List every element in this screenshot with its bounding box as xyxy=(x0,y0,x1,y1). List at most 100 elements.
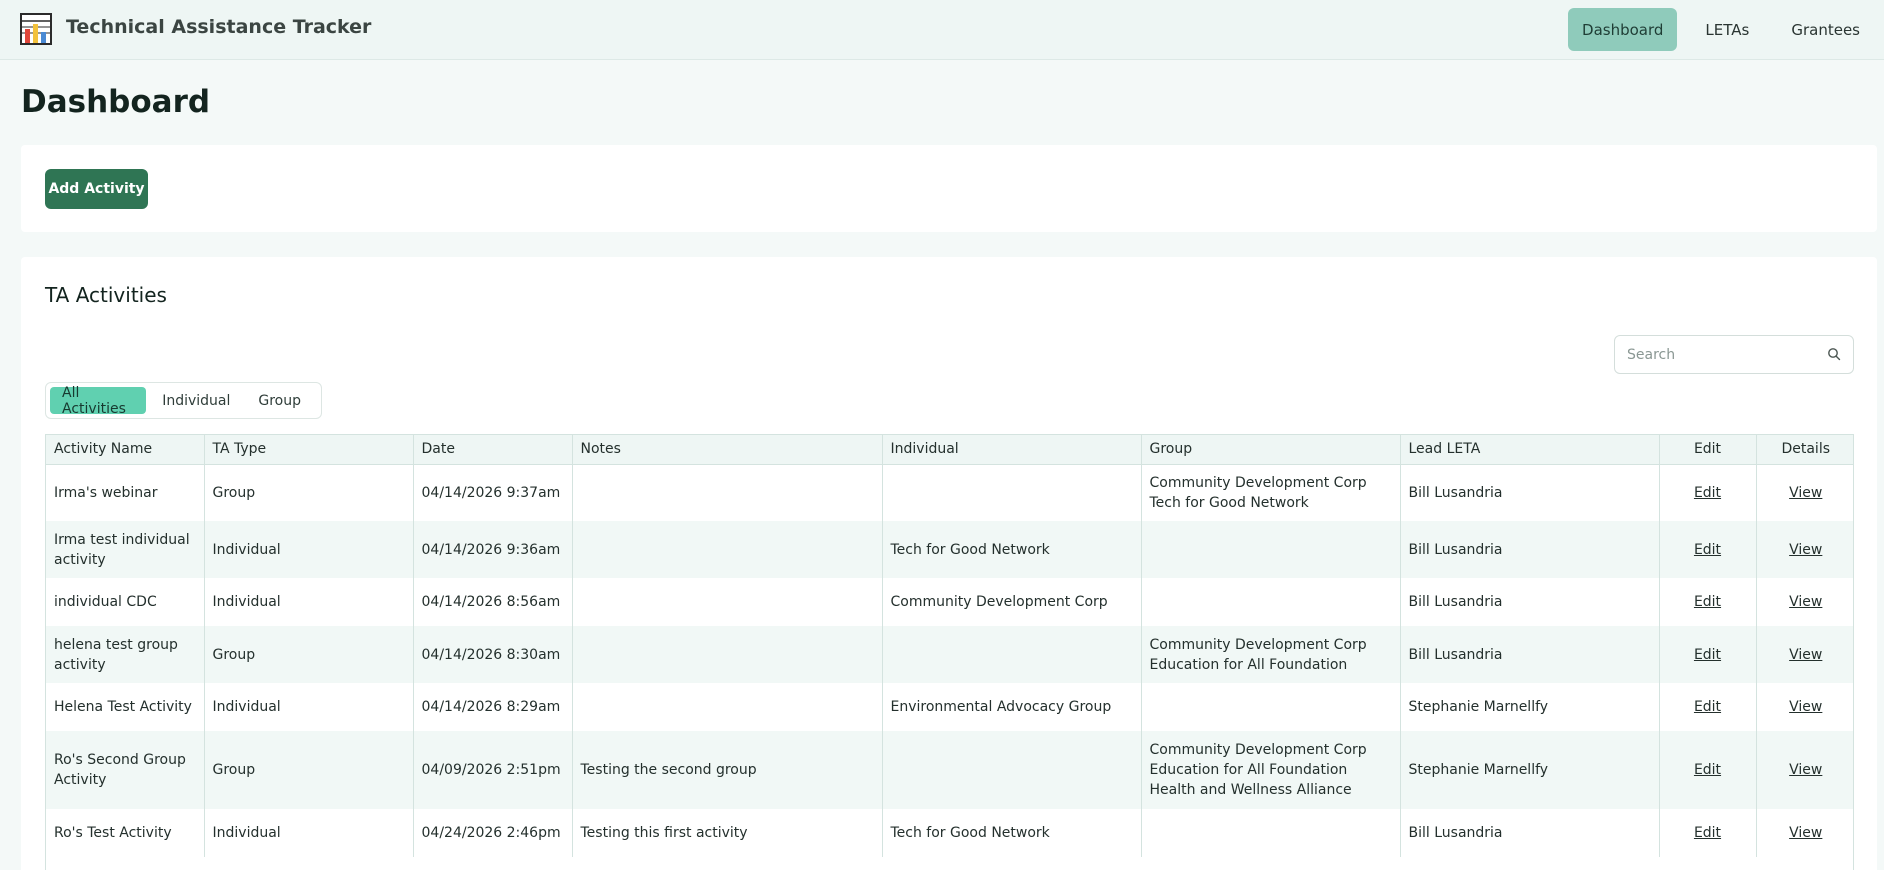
page-title: Dashboard xyxy=(21,84,211,120)
activity-name-cell: helena test group activity xyxy=(46,626,205,683)
lead-leta-cell: Bill Lusandria xyxy=(1400,464,1660,521)
activity-name-cell: individual CDC xyxy=(46,578,205,626)
individual-cell xyxy=(882,464,1142,521)
actions-card: Add Activity xyxy=(21,145,1877,232)
add-activity-button[interactable]: Add Activity xyxy=(45,169,148,209)
group-name: Community Development Corp xyxy=(1149,636,1367,653)
group-cell: Community Development Corp Education for … xyxy=(1141,626,1401,683)
edit-cell: Edit xyxy=(1659,626,1757,683)
edit-cell: Edit xyxy=(1659,578,1757,626)
activity-name-cell: Ro's Test Activity xyxy=(46,809,205,857)
group-cell: Community Development Corp Education for … xyxy=(1141,731,1401,809)
group-cell xyxy=(1141,578,1401,626)
edit-cell: Edit xyxy=(1659,809,1757,857)
individual-cell: Tech for Good Network xyxy=(882,809,1142,857)
table-body: Irma's webinar Group 04/14/2026 9:37am Comm… xyxy=(46,464,1853,857)
notes-cell: Testing this first activity xyxy=(572,809,883,857)
nav-dashboard[interactable]: Dashboard xyxy=(1568,8,1678,51)
filter-individual[interactable]: Individual xyxy=(150,387,242,414)
table-row: Ro's Second Group Activity Group 04/09/202… xyxy=(46,731,1853,809)
edit-cell: Edit xyxy=(1659,521,1757,578)
date-cell: 04/14/2026 8:56am xyxy=(413,578,573,626)
date-cell: 04/14/2026 9:36am xyxy=(413,521,573,578)
group-cell xyxy=(1141,683,1401,731)
column-header-lead-leta: Lead LETA xyxy=(1400,435,1660,465)
group-name: Health and Wellness Alliance xyxy=(1149,782,1352,798)
edit-cell: Edit xyxy=(1659,464,1757,521)
view-link[interactable]: View xyxy=(1789,485,1822,501)
lead-leta-cell: Bill Lusandria xyxy=(1400,626,1660,683)
table-row: helena test group activity Group 04/14/202… xyxy=(46,626,1853,683)
ta-type-cell: Individual xyxy=(204,683,414,731)
edit-link[interactable]: Edit xyxy=(1694,542,1721,558)
date-cell: 04/09/2026 2:51pm xyxy=(413,731,573,809)
edit-link[interactable]: Edit xyxy=(1694,594,1721,610)
filter-all-activities[interactable]: All Activities xyxy=(50,385,147,417)
notes-cell xyxy=(572,626,883,683)
edit-link[interactable]: Edit xyxy=(1694,762,1721,778)
view-link[interactable]: View xyxy=(1789,699,1822,715)
column-header-individual: Individual xyxy=(882,435,1142,465)
individual-cell xyxy=(882,731,1142,809)
group-name: Education for All Foundation xyxy=(1149,762,1348,778)
view-link[interactable]: View xyxy=(1789,542,1822,558)
column-header-notes: Notes xyxy=(572,435,883,465)
app-title: Technical Assistance Tracker xyxy=(66,16,372,38)
details-cell: View xyxy=(1756,626,1853,683)
activity-name-cell: Irma test individual activity xyxy=(46,521,205,578)
details-cell: View xyxy=(1756,464,1853,521)
date-cell: 04/14/2026 8:30am xyxy=(413,626,573,683)
lead-leta-cell: Stephanie Marnellfy xyxy=(1400,683,1660,731)
group-cell: Community Development Corp Tech for Good … xyxy=(1141,464,1401,521)
view-link[interactable]: View xyxy=(1789,825,1822,841)
edit-link[interactable]: Edit xyxy=(1694,485,1721,501)
edit-cell: Edit xyxy=(1659,731,1757,809)
app-header: Technical Assistance Tracker Dashboard L… xyxy=(0,0,1884,60)
activity-filter-tabs: All Activities Individual Group xyxy=(45,382,322,419)
column-header-activity-name: Activity Name xyxy=(46,435,205,465)
details-cell: View xyxy=(1756,521,1853,578)
group-cell xyxy=(1141,521,1401,578)
group-name: Community Development Corp xyxy=(1149,474,1367,491)
ta-type-cell: Group xyxy=(204,731,414,809)
group-name: Community Development Corp xyxy=(1149,742,1367,758)
search-box xyxy=(1614,335,1854,374)
column-header-date: Date xyxy=(413,435,573,465)
edit-link[interactable]: Edit xyxy=(1694,647,1721,663)
ta-type-cell: Individual xyxy=(204,578,414,626)
edit-cell: Edit xyxy=(1659,683,1757,731)
search-input[interactable] xyxy=(1615,336,1815,373)
table-row: Irma's webinar Group 04/14/2026 9:37am Comm… xyxy=(46,464,1853,521)
table-row: Irma test individual activity Individual 0… xyxy=(46,521,1853,578)
edit-link[interactable]: Edit xyxy=(1694,825,1721,841)
column-header-details: Details xyxy=(1756,435,1853,465)
notes-cell xyxy=(572,464,883,521)
group-name: Tech for Good Network xyxy=(1149,494,1309,511)
table-row: individual CDC Individual 04/14/2026 8:56a… xyxy=(46,578,1853,626)
table-row: Helena Test Activity Individual 04/14/2026… xyxy=(46,683,1853,731)
notes-cell xyxy=(572,521,883,578)
view-link[interactable]: View xyxy=(1789,647,1822,663)
lead-leta-cell: Bill Lusandria xyxy=(1400,578,1660,626)
filter-group[interactable]: Group xyxy=(246,387,313,414)
nav-grantees[interactable]: Grantees xyxy=(1777,8,1874,51)
view-link[interactable]: View xyxy=(1789,594,1822,610)
view-link[interactable]: View xyxy=(1789,762,1822,778)
edit-link[interactable]: Edit xyxy=(1694,699,1721,715)
ta-type-cell: Group xyxy=(204,626,414,683)
lead-leta-cell: Bill Lusandria xyxy=(1400,809,1660,857)
search-icon[interactable] xyxy=(1827,347,1841,361)
nav-letas[interactable]: LETAs xyxy=(1691,8,1763,51)
individual-cell xyxy=(882,626,1142,683)
notes-cell xyxy=(572,683,883,731)
notes-cell xyxy=(572,578,883,626)
notes-cell: Testing the second group xyxy=(572,731,883,809)
section-title: TA Activities xyxy=(45,283,167,307)
activity-name-cell: Ro's Second Group Activity xyxy=(46,731,205,809)
activities-table-wrapper: Activity Name TA Type Date Notes Individual G… xyxy=(45,434,1854,870)
column-header-edit: Edit xyxy=(1659,435,1757,465)
details-cell: View xyxy=(1756,809,1853,857)
details-cell: View xyxy=(1756,683,1853,731)
column-header-ta-type: TA Type xyxy=(204,435,414,465)
date-cell: 04/14/2026 9:37am xyxy=(413,464,573,521)
